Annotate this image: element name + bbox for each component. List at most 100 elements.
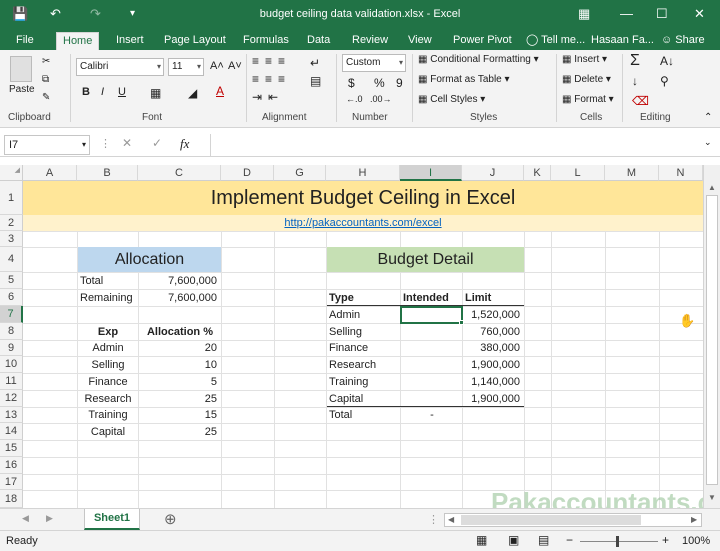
scroll-thumb[interactable] <box>706 195 718 485</box>
tab-file[interactable]: File <box>10 32 40 50</box>
scroll-right-icon[interactable]: ▶ <box>691 515 697 524</box>
user-name[interactable]: Hasaan Fa... <box>585 32 660 50</box>
align-top-icons[interactable]: ≡≡≡ <box>252 54 291 68</box>
tab-home[interactable]: Home <box>56 32 100 50</box>
decrease-decimal-icon[interactable]: .00→ <box>370 94 392 104</box>
find-select-icon[interactable]: ⚲ <box>660 74 669 88</box>
tab-page-layout[interactable]: Page Layout <box>158 32 232 50</box>
zoom-slider-thumb[interactable] <box>616 536 619 547</box>
italic-button[interactable]: I <box>101 86 104 98</box>
column-header-c[interactable]: C <box>138 165 221 181</box>
fill-color-icon[interactable]: ◢ <box>188 86 197 100</box>
share-button[interactable]: ☺ Share <box>655 32 711 50</box>
column-header-h[interactable]: H <box>326 165 400 181</box>
delete-cells-button[interactable]: ▦ Delete ▾ <box>562 74 611 85</box>
underline-button[interactable]: U <box>118 86 126 98</box>
scroll-up-icon[interactable]: ▲ <box>708 183 716 192</box>
row-header-6[interactable]: 6 <box>0 289 23 306</box>
row-header-10[interactable]: 10 <box>0 356 23 373</box>
insert-function-icon[interactable]: fx <box>180 136 189 152</box>
prev-sheet-icon[interactable]: ◀ <box>22 513 29 524</box>
wrap-text-icon[interactable]: ↵ <box>310 56 320 70</box>
increase-decimal-icon[interactable]: ←.0 <box>346 94 363 104</box>
ribbon-options-icon[interactable]: ▦ <box>578 5 590 23</box>
conditional-formatting-button[interactable]: ▦ Conditional Formatting ▾ <box>418 54 539 65</box>
row-header-2[interactable]: 2 <box>0 215 23 231</box>
collapse-ribbon-icon[interactable]: ⌃ <box>704 112 712 123</box>
enter-icon[interactable]: ✓ <box>152 136 162 150</box>
clipboard-icon[interactable] <box>10 56 32 82</box>
h-scroll-thumb[interactable] <box>461 515 641 525</box>
row-header-15[interactable]: 15 <box>0 440 23 457</box>
next-sheet-icon[interactable]: ▶ <box>46 513 53 524</box>
row-header-11[interactable]: 11 <box>0 373 23 390</box>
tab-split-handle[interactable]: ⋮ <box>428 513 439 526</box>
row-header-17[interactable]: 17 <box>0 474 23 490</box>
horizontal-scrollbar[interactable]: ◀ ▶ <box>444 513 702 527</box>
zoom-slider[interactable] <box>580 541 658 542</box>
minimize-icon[interactable]: — <box>620 5 633 23</box>
cell-styles-button[interactable]: ▦ Cell Styles ▾ <box>418 94 485 105</box>
tab-view[interactable]: View <box>402 32 438 50</box>
column-header-d[interactable]: D <box>221 165 274 181</box>
format-as-table-button[interactable]: ▦ Format as Table ▾ <box>418 74 510 85</box>
tab-review[interactable]: Review <box>346 32 394 50</box>
row-header-4[interactable]: 4 <box>0 247 23 272</box>
page-break-view-icon[interactable]: ▤ <box>538 533 549 547</box>
row-header-5[interactable]: 5 <box>0 272 23 289</box>
scroll-left-icon[interactable]: ◀ <box>448 515 454 524</box>
align-left-icons[interactable]: ≡≡≡ <box>252 72 291 86</box>
column-header-n[interactable]: N <box>659 165 703 181</box>
column-header-k[interactable]: K <box>524 165 551 181</box>
sheet-tab-sheet1[interactable]: Sheet1 <box>84 509 140 530</box>
merge-center-icon[interactable]: ▤ <box>310 74 321 88</box>
add-sheet-icon[interactable]: ⊕ <box>164 510 177 528</box>
name-box[interactable]: I7 ▾ <box>4 135 90 155</box>
row-header-16[interactable]: 16 <box>0 457 23 474</box>
column-header-a[interactable]: A <box>23 165 77 181</box>
active-cell-selection[interactable] <box>400 306 463 324</box>
scroll-down-icon[interactable]: ▼ <box>708 493 716 502</box>
close-icon[interactable]: ✕ <box>694 5 705 23</box>
worksheet-grid[interactable]: Implement Budget Ceiling in Excel http:/… <box>23 181 703 508</box>
row-header-13[interactable]: 13 <box>0 407 23 423</box>
indent-icons[interactable]: ⇥⇤ <box>252 90 284 104</box>
insert-cells-button[interactable]: ▦ Insert ▾ <box>562 54 607 65</box>
row-header-3[interactable]: 3 <box>0 231 23 247</box>
font-size-combo[interactable]: 11 ▾ <box>168 58 204 76</box>
cancel-icon[interactable]: ✕ <box>122 136 132 150</box>
autosum-icon[interactable]: Σ <box>630 52 640 70</box>
format-cells-button[interactable]: ▦ Format ▾ <box>562 94 614 105</box>
expand-formula-bar-icon[interactable]: ⌄ <box>704 137 712 148</box>
percent-button[interactable]: % <box>374 76 385 90</box>
column-header-m[interactable]: M <box>605 165 659 181</box>
font-color-icon[interactable]: A <box>216 84 224 98</box>
row-header-1[interactable]: 1 <box>0 181 23 215</box>
font-name-combo[interactable]: Calibri ▾ <box>76 58 164 76</box>
tab-data[interactable]: Data <box>301 32 336 50</box>
row-header-8[interactable]: 8 <box>0 323 23 340</box>
grow-font-icon[interactable]: A˄ <box>210 60 224 72</box>
row-header-14[interactable]: 14 <box>0 423 23 440</box>
row-header-12[interactable]: 12 <box>0 390 23 407</box>
cut-icon[interactable]: ✂ <box>42 56 50 67</box>
fill-icon[interactable]: ↓ <box>632 74 638 88</box>
zoom-level[interactable]: 100% <box>682 535 710 547</box>
zoom-in-icon[interactable]: + <box>662 533 669 547</box>
website-link[interactable]: http://pakaccountants.com/excel <box>23 215 703 231</box>
clear-icon[interactable]: ⌫ <box>632 94 649 108</box>
tell-me-search[interactable]: ◯ Tell me... <box>520 32 591 50</box>
format-painter-icon[interactable]: ✎ <box>42 92 50 103</box>
fill-handle[interactable] <box>459 320 464 325</box>
paste-button[interactable]: Paste <box>9 84 35 95</box>
tab-insert[interactable]: Insert <box>110 32 150 50</box>
normal-view-icon[interactable]: ▦ <box>476 533 487 547</box>
row-header-7[interactable]: 7 <box>0 306 23 323</box>
vertical-scrollbar[interactable]: ▲ ▼ <box>703 165 720 508</box>
column-header-g[interactable]: G <box>274 165 326 181</box>
currency-button[interactable]: $ <box>348 76 355 90</box>
select-all-corner[interactable]: ◢ <box>0 165 23 181</box>
bold-button[interactable]: B <box>82 86 90 98</box>
formula-input[interactable] <box>210 134 706 156</box>
column-header-b[interactable]: B <box>77 165 138 181</box>
